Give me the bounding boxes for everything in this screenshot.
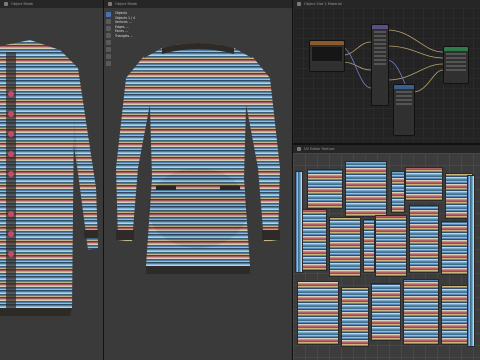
uv-editor-label[interactable]: UV Editor Texture bbox=[304, 147, 334, 151]
hem-trim bbox=[146, 266, 250, 274]
uv-island[interactable] bbox=[409, 205, 439, 273]
uv-island[interactable] bbox=[363, 219, 375, 273]
coat-back-render bbox=[116, 43, 280, 274]
uv-island[interactable] bbox=[307, 169, 343, 209]
uv-editor-header[interactable]: UV Editor Texture bbox=[293, 145, 480, 153]
editor-type-icon[interactable] bbox=[297, 147, 301, 151]
uv-island[interactable] bbox=[329, 217, 361, 277]
shader-node-editor[interactable]: Object Slot 1 Material bbox=[293, 0, 480, 143]
button-row bbox=[8, 91, 14, 257]
normal-map-node[interactable] bbox=[393, 84, 415, 136]
editor-type-icon[interactable] bbox=[4, 2, 8, 6]
principled-bsdf-node[interactable] bbox=[443, 46, 469, 84]
editor-type-icon[interactable] bbox=[108, 2, 112, 6]
uv-island[interactable] bbox=[371, 283, 401, 341]
uv-island[interactable] bbox=[299, 209, 327, 271]
uv-island[interactable] bbox=[341, 287, 369, 347]
uv-trim-strip[interactable] bbox=[467, 175, 475, 347]
uv-trim-strip[interactable] bbox=[295, 171, 303, 273]
hem-trim bbox=[0, 308, 72, 316]
cuff-trim bbox=[84, 230, 98, 238]
uv-island[interactable] bbox=[345, 161, 387, 217]
image-texture-node[interactable] bbox=[309, 40, 345, 72]
mode-label[interactable]: Object Mode bbox=[115, 2, 137, 6]
mapping-node[interactable] bbox=[371, 24, 389, 106]
right-sleeve bbox=[246, 56, 280, 242]
mode-label[interactable]: Object Mode bbox=[11, 2, 33, 6]
uv-island[interactable] bbox=[391, 171, 405, 213]
viewport-left[interactable]: Object Mode bbox=[0, 0, 104, 360]
placket-trim bbox=[6, 52, 16, 308]
uv-island[interactable] bbox=[297, 281, 339, 345]
uv-editor[interactable]: UV Editor Texture bbox=[293, 145, 480, 360]
left-sleeve bbox=[116, 56, 150, 242]
uv-island[interactable] bbox=[403, 279, 439, 345]
left-cuff bbox=[116, 230, 134, 240]
viewport-left-header[interactable]: Object Mode bbox=[0, 0, 104, 8]
viewport-mid-header[interactable]: Object Mode bbox=[104, 0, 292, 8]
viewport-mid[interactable]: Object Mode Objects Objects 1 / 4 Vertic… bbox=[104, 0, 292, 360]
uv-island[interactable] bbox=[375, 215, 407, 277]
uv-island[interactable] bbox=[405, 167, 443, 201]
right-cuff bbox=[262, 230, 280, 240]
coat-front-render bbox=[0, 40, 98, 316]
